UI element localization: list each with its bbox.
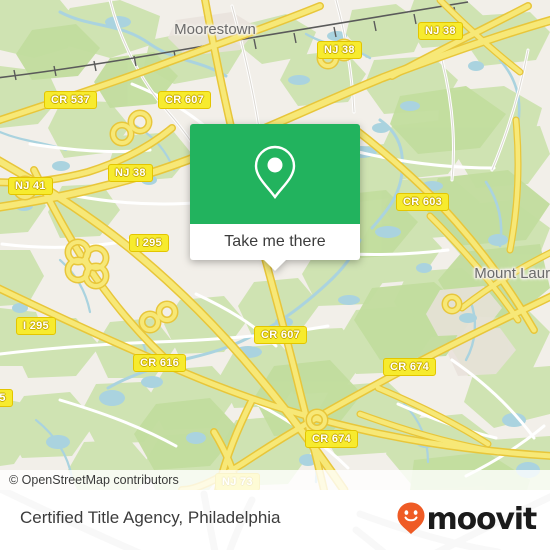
road-shield-i295-b[interactable]: I 295 [16, 317, 56, 335]
road-shield-cr674-a[interactable]: CR 674 [383, 358, 437, 376]
road-shield-cr537[interactable]: CR 537 [44, 91, 98, 109]
moovit-wordmark: moovit [426, 502, 538, 537]
road-shield-nj41[interactable]: NJ 41 [8, 177, 53, 195]
bottom-info-bar: Certified Title Agency, Philadelphia moo… [0, 490, 550, 550]
road-shield-cr616[interactable]: CR 616 [133, 354, 187, 372]
road-shield-nj38-b[interactable]: NJ 38 [418, 22, 463, 40]
moovit-smiley-pin-icon [396, 501, 426, 540]
popup-footer[interactable]: Take me there [190, 224, 360, 260]
popup-header [190, 124, 360, 224]
road-shield-nj38-a[interactable]: NJ 38 [317, 41, 362, 59]
moovit-logo[interactable]: moovit [396, 502, 538, 537]
road-shield-i295-c[interactable]: 95 [0, 389, 13, 407]
map-attribution-bar: © OpenStreetMap contributors [0, 470, 550, 490]
map-canvas[interactable]: Moorestown Mount Laurel NJ 38 NJ 38 CR 5… [0, 0, 550, 490]
road-shield-cr603[interactable]: CR 603 [396, 193, 450, 211]
map-pin-icon [253, 144, 297, 205]
place-label-moorestown: Moorestown [174, 21, 256, 38]
screenshot-root: Moorestown Mount Laurel NJ 38 NJ 38 CR 5… [0, 0, 550, 550]
popup-pointer-tail [264, 260, 286, 271]
road-shield-nj38-c[interactable]: NJ 38 [108, 164, 153, 182]
location-popup-card[interactable]: Take me there [190, 124, 360, 271]
road-shield-i295-a[interactable]: I 295 [129, 234, 169, 252]
road-shield-cr607-a[interactable]: CR 607 [158, 91, 212, 109]
attribution-text[interactable]: © OpenStreetMap contributors [0, 473, 179, 487]
place-title: Certified Title Agency, Philadelphia [20, 508, 281, 527]
road-shield-cr674-b[interactable]: CR 674 [305, 430, 359, 448]
take-me-there-label: Take me there [224, 233, 326, 250]
road-shield-cr607-b[interactable]: CR 607 [254, 326, 308, 344]
place-label-mount-laurel: Mount Laurel [474, 265, 550, 282]
